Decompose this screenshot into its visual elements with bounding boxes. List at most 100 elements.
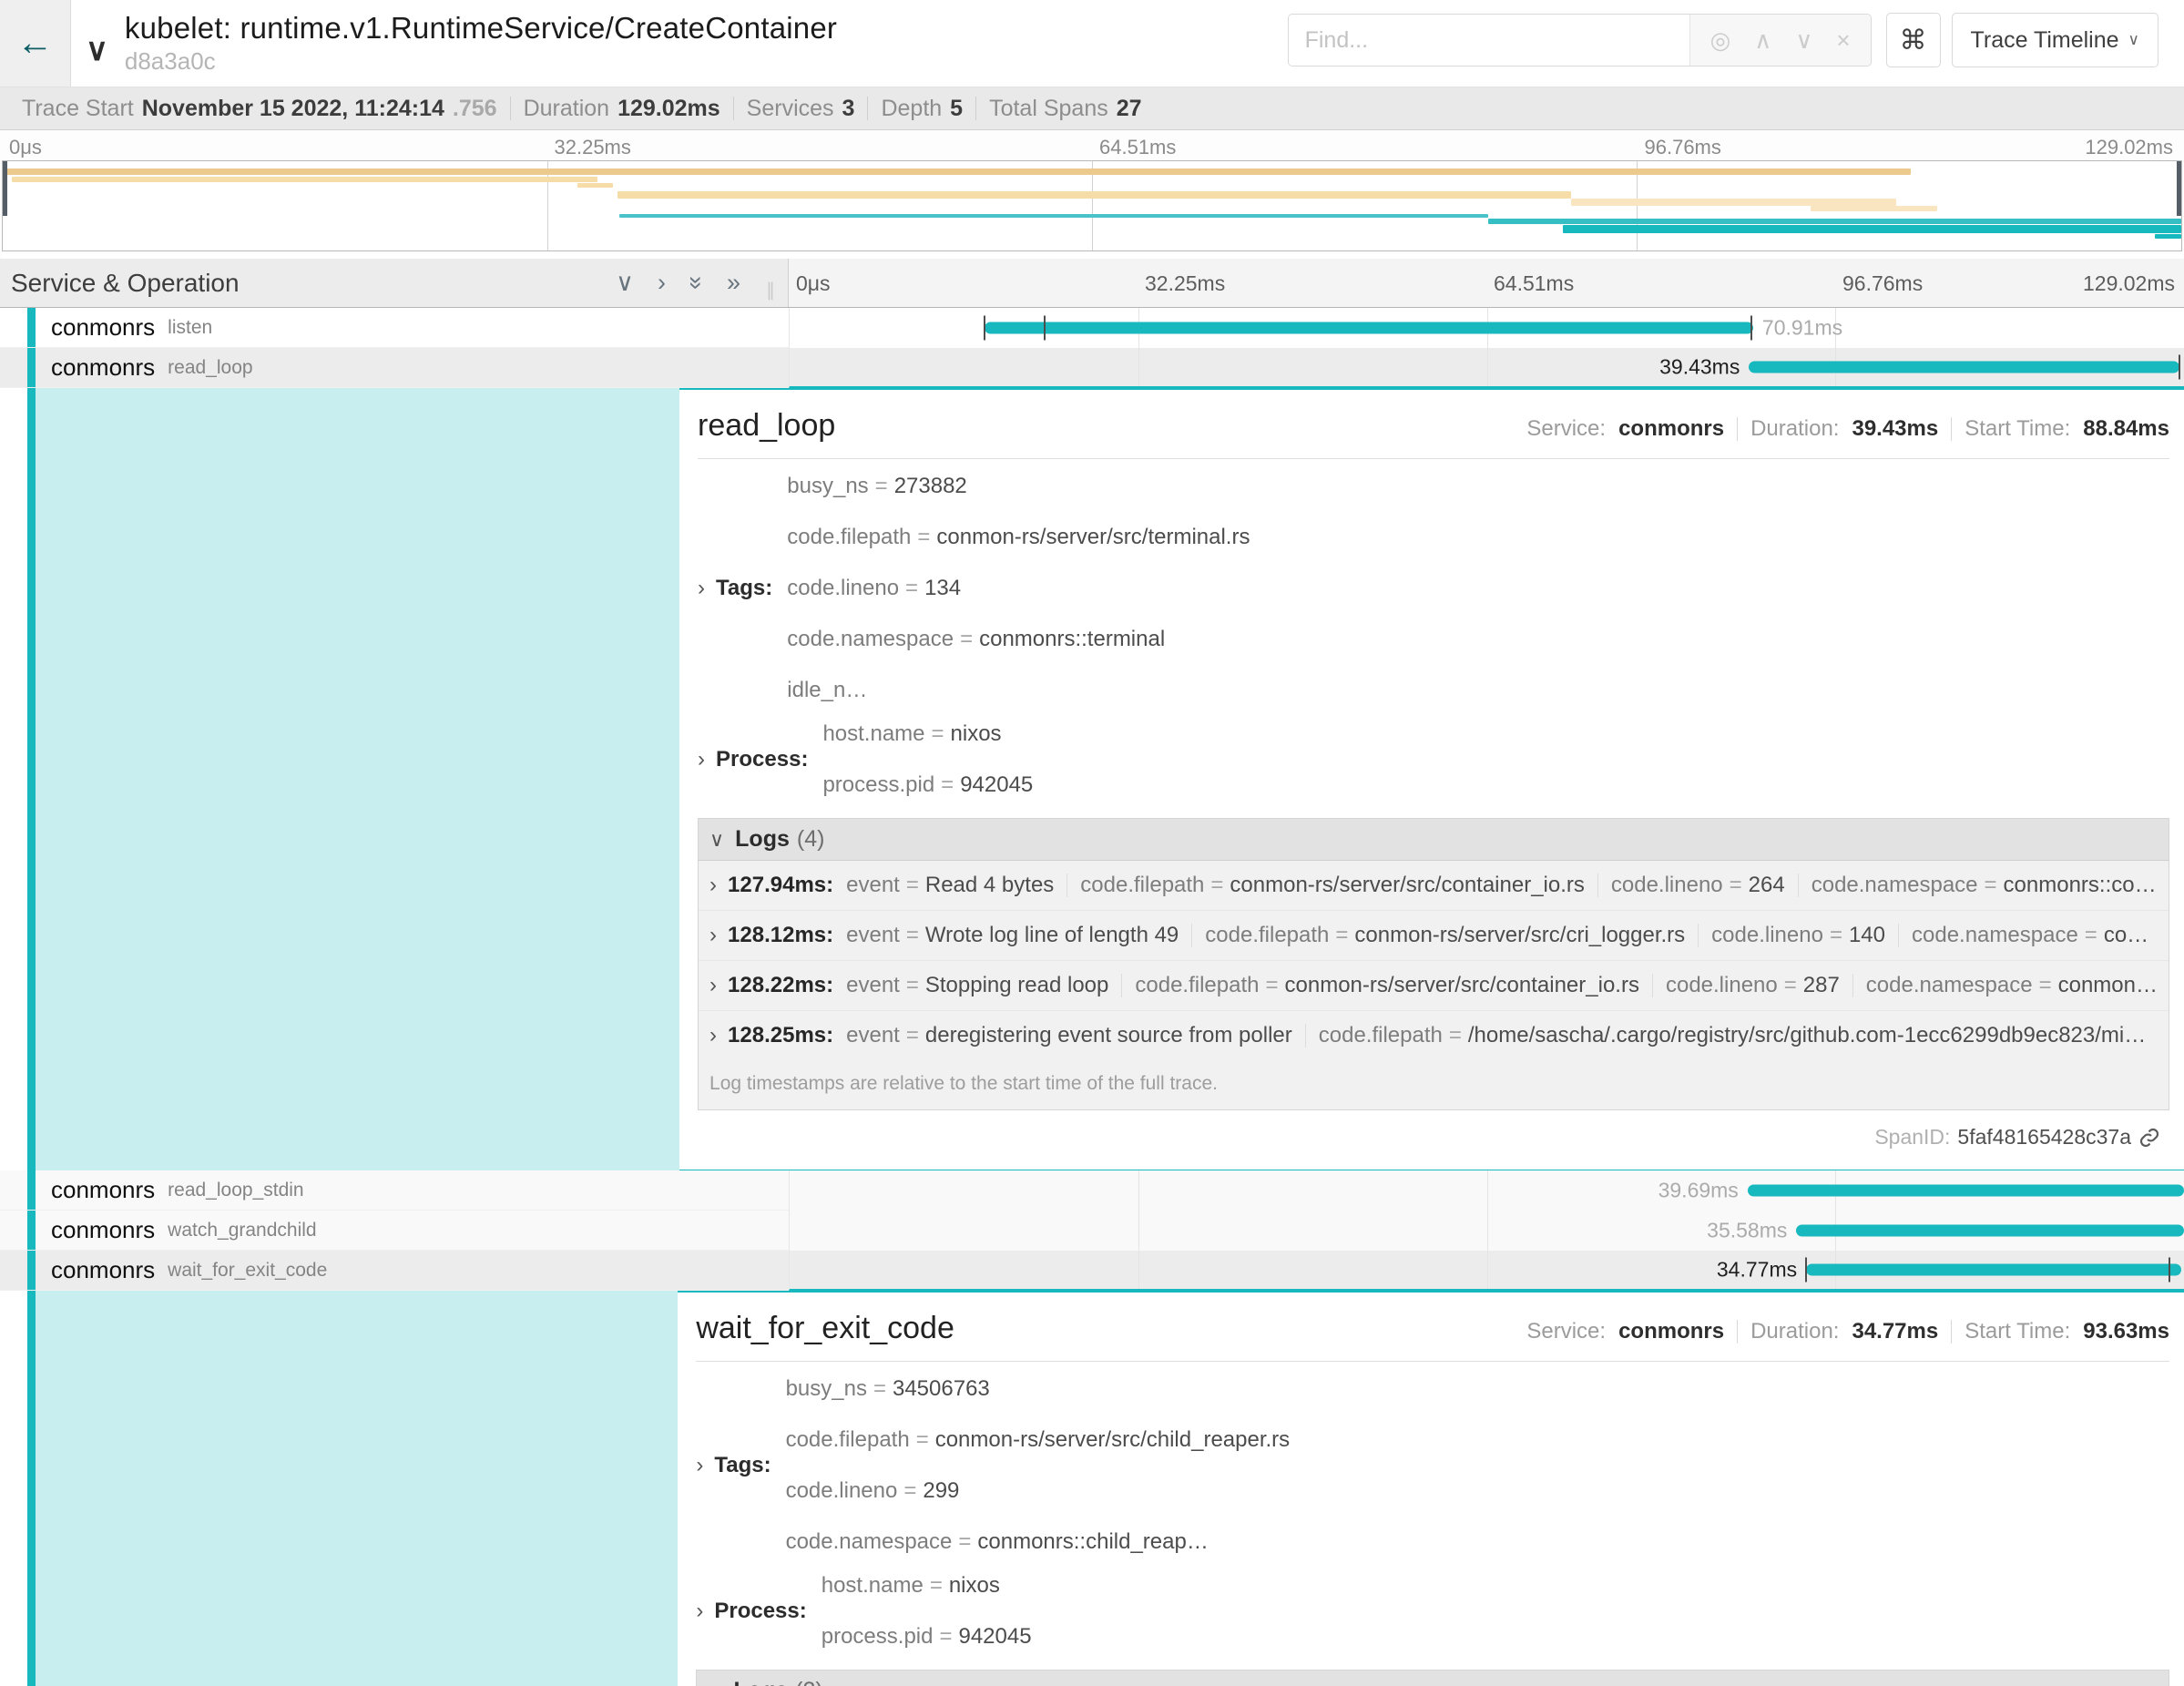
tag-key: host.name xyxy=(822,1573,924,1599)
column-resizer-grip[interactable]: ∥ xyxy=(766,279,775,301)
span-timeline-cell[interactable]: 70.91ms xyxy=(789,308,2184,348)
span-duration-bar[interactable] xyxy=(1749,362,2179,373)
equals-sign: = xyxy=(1830,923,1842,948)
field-divider xyxy=(1698,924,1699,947)
log-entry-row[interactable]: ›128.22ms:event=Stopping read loopcode.f… xyxy=(699,961,2169,1011)
service-operation-column-header: Service & Operation ∨ › » » ∥ xyxy=(0,259,789,307)
trace-info-value: 3 xyxy=(842,96,855,122)
log-marker xyxy=(984,316,985,341)
tags-label: Tags: xyxy=(714,1453,771,1478)
minimap-drag-handle-left[interactable] xyxy=(3,161,7,216)
span-timeline-cell[interactable]: 34.77ms xyxy=(789,1251,2184,1291)
span-timeline-cell[interactable]: 35.58ms xyxy=(789,1211,2184,1251)
back-button[interactable]: ← xyxy=(0,0,71,87)
tags-row[interactable]: › Tags: busy_ns=273882code.filepath=conm… xyxy=(698,465,2169,712)
tag-field: code.filepath=conmon-rs/server/src/conta… xyxy=(1080,873,1585,898)
detail-left-rail xyxy=(0,388,679,1170)
tag-key: event xyxy=(846,873,900,898)
expand-one-icon[interactable]: › xyxy=(658,271,666,295)
process-row[interactable]: › Process: host.name=nixosprocess.pid=94… xyxy=(696,1564,2169,1659)
span-duration-bar[interactable] xyxy=(1806,1264,2181,1276)
timeline-minimap: 0μs32.25ms64.51ms96.76ms129.02ms xyxy=(0,130,2184,259)
field-divider xyxy=(1305,1024,1306,1047)
duration-value: 34.77ms xyxy=(1852,1319,1938,1344)
tag-value: conmon-rs/server/src/container_io.rs xyxy=(1230,873,1584,898)
tag-key: code.filepath xyxy=(1080,873,1204,898)
minimap-span-bar xyxy=(617,191,1572,199)
minimap-canvas[interactable] xyxy=(2,160,2182,251)
trace-info-item: Total Spans27 xyxy=(976,96,1154,122)
log-entry-row[interactable]: ›128.12ms:event=Wrote log line of length… xyxy=(699,911,2169,961)
log-entry-row[interactable]: ›128.25ms:event=deregistering event sour… xyxy=(699,1011,2169,1060)
span-name-cell[interactable]: conmonrswait_for_exit_code xyxy=(0,1251,789,1291)
span-name-cell[interactable]: conmonrsread_loop xyxy=(0,348,789,388)
span-duration-bar[interactable] xyxy=(1796,1225,2184,1237)
process-label: Process: xyxy=(716,747,808,772)
span-row-watch-grandchild[interactable]: conmonrswatch_grandchild 35.58ms xyxy=(0,1211,2184,1251)
span-name-cell[interactable]: conmonrslisten xyxy=(0,308,789,348)
span-duration-bar[interactable] xyxy=(985,322,1753,334)
clear-find-icon[interactable]: × xyxy=(1836,26,1850,55)
tag-field: event=Wrote log line of length 49 xyxy=(846,923,1179,948)
find-toolbar: ◎ ∧ ∨ × ⌘ Trace Timeline ∨ xyxy=(1288,13,2158,67)
span-color-bar xyxy=(27,1211,36,1250)
minimap-span-bar xyxy=(1563,225,2181,233)
find-input[interactable] xyxy=(1289,15,1689,66)
span-timeline-cell[interactable]: 39.69ms xyxy=(789,1170,2184,1211)
span-duration-label: 70.91ms xyxy=(1762,316,1842,341)
tag-key: code.namespace xyxy=(1912,923,2078,948)
span-row-listen[interactable]: conmonrslisten 70.91ms xyxy=(0,308,2184,348)
tag-value: Read 4 bytes xyxy=(925,873,1054,898)
span-row-read-loop-stdin[interactable]: conmonrsread_loop_stdin39.69ms xyxy=(0,1170,2184,1211)
log-fields: event=Stopping read loopcode.filepath=co… xyxy=(846,973,2158,998)
log-entry-row[interactable]: ›127.94ms:event=Read 4 bytescode.filepat… xyxy=(699,861,2169,911)
duration-value: 39.43ms xyxy=(1852,416,1938,442)
logs-footnote: Log timestamps are relative to the start… xyxy=(699,1060,2169,1109)
deep-link-icon[interactable] xyxy=(2138,1127,2160,1149)
tag-value: 942045 xyxy=(960,772,1033,798)
collapse-all-icon[interactable]: » xyxy=(684,276,709,290)
equals-sign: = xyxy=(1449,1023,1462,1048)
span-name-cell[interactable]: conmonrsread_loop_stdin xyxy=(0,1170,789,1211)
tag-key: busy_ns xyxy=(787,474,868,499)
service-value: conmonrs xyxy=(1618,1319,1724,1344)
span-service-name: conmonrs xyxy=(51,1176,155,1204)
collapse-trace-header-icon[interactable]: ∨ xyxy=(86,32,108,68)
span-row-wait-for-exit-code[interactable]: conmonrswait_for_exit_code34.77ms xyxy=(0,1251,2184,1291)
span-color-bar xyxy=(27,308,36,347)
tags-row[interactable]: › Tags: busy_ns=34506763code.filepath=co… xyxy=(696,1367,2169,1564)
axis-tick-label: 129.02ms xyxy=(2083,271,2175,296)
equals-sign: = xyxy=(2039,973,2052,998)
span-duration-label: 39.43ms xyxy=(1659,355,1740,380)
span-row-read-loop[interactable]: conmonrsread_loop 39.43ms xyxy=(0,348,2184,388)
trace-info-value: November 15 2022, 11:24:14 xyxy=(142,96,444,122)
span-name-cell[interactable]: conmonrswatch_grandchild xyxy=(0,1211,789,1251)
collapse-one-icon[interactable]: ∨ xyxy=(616,271,634,295)
logs-header[interactable]: ∨ Logs (4) xyxy=(699,819,2169,861)
next-match-icon[interactable]: ∨ xyxy=(1795,26,1812,55)
tag-field: code.namespace=co… xyxy=(1912,923,2148,948)
view-selector-button[interactable]: Trace Timeline ∨ xyxy=(1952,13,2158,67)
axis-tick-label: 96.76ms xyxy=(1842,271,1923,296)
equals-sign: = xyxy=(958,1529,971,1555)
field-divider xyxy=(1798,874,1799,897)
tag-field: code.namespace=conmonrs::co… xyxy=(1811,873,2157,898)
equals-sign: = xyxy=(905,576,918,601)
trace-info-item: Duration129.02ms xyxy=(511,96,733,122)
tag-value: conmon-rs/server/src/terminal.rs xyxy=(936,525,1250,550)
tags-label: Tags: xyxy=(716,576,772,601)
logs-header[interactable]: ∨ Logs (2) xyxy=(697,1671,2169,1686)
process-row[interactable]: › Process: host.name=nixosprocess.pid=94… xyxy=(698,712,2169,807)
span-duration-label: 35.58ms xyxy=(1707,1219,1787,1243)
minimap-drag-handle-right[interactable] xyxy=(2177,161,2181,216)
tag-field: process.pid=942045 xyxy=(822,772,1033,798)
span-duration-bar[interactable] xyxy=(1748,1185,2184,1197)
chevron-right-icon: › xyxy=(696,1599,703,1624)
keyboard-shortcuts-button[interactable]: ⌘ xyxy=(1886,13,1941,67)
locate-icon[interactable]: ◎ xyxy=(1710,26,1731,55)
axis-tick-label: 32.25ms xyxy=(555,136,631,159)
span-grid-header: Service & Operation ∨ › » » ∥ 0μs32.25ms… xyxy=(0,259,2184,308)
span-timeline-cell[interactable]: 39.43ms xyxy=(789,348,2184,388)
expand-all-icon[interactable]: » xyxy=(727,271,740,295)
prev-match-icon[interactable]: ∧ xyxy=(1754,26,1771,55)
